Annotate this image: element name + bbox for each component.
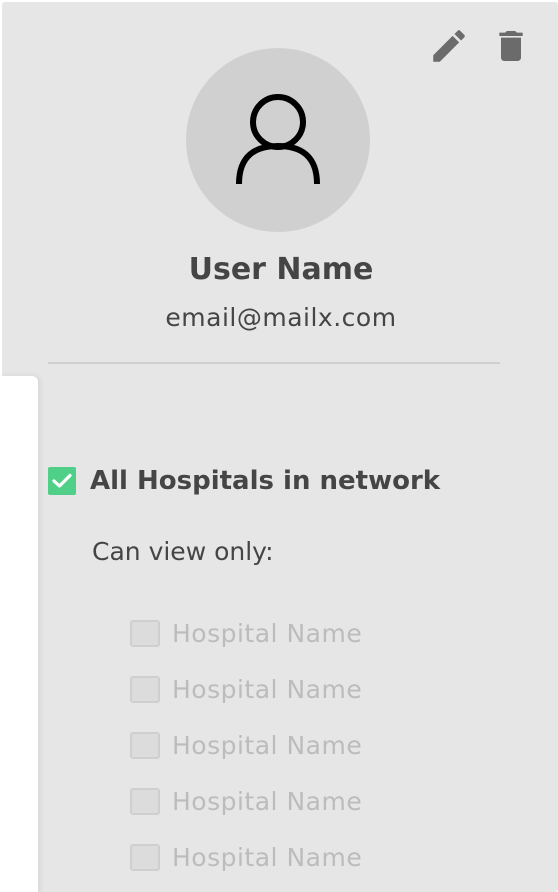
user-name: User Name [188, 252, 374, 287]
hospital-checkbox[interactable] [130, 731, 160, 759]
checkbox-checked[interactable] [48, 467, 76, 495]
hospital-label: Hospital Name [172, 842, 363, 872]
hospital-label: Hospital Name [172, 786, 363, 816]
hospital-item[interactable]: Hospital Name [130, 829, 362, 885]
hospital-item[interactable]: Hospital Name [130, 717, 362, 773]
all-hospitals-label: All Hospitals in network [90, 466, 441, 496]
hospital-checkbox[interactable] [130, 787, 160, 815]
pencil-icon [433, 30, 465, 62]
hospital-item[interactable]: Hospital Name [130, 605, 362, 661]
avatar [186, 48, 370, 232]
can-view-label: Can view only: [92, 537, 274, 566]
hospital-label: Hospital Name [172, 674, 363, 704]
hospital-item[interactable]: Hospital Name [130, 661, 362, 717]
side-panel [0, 376, 38, 892]
hospital-checkbox[interactable] [130, 619, 160, 647]
hospital-list: Hospital Name Hospital Name Hospital Nam… [130, 605, 362, 885]
hospital-item[interactable]: Hospital Name [130, 773, 362, 829]
hospital-label: Hospital Name [172, 618, 363, 648]
divider [48, 362, 500, 364]
delete-button[interactable] [490, 24, 532, 68]
hospital-checkbox[interactable] [130, 675, 160, 703]
hospital-checkbox[interactable] [130, 843, 160, 871]
trash-icon [499, 31, 523, 61]
user-email: email@mailx.com [165, 303, 397, 332]
check-icon [52, 473, 72, 488]
hospital-label: Hospital Name [172, 730, 363, 760]
edit-button[interactable] [428, 24, 470, 68]
card-actions [428, 24, 532, 68]
all-hospitals-checkbox[interactable]: All Hospitals in network [48, 466, 440, 496]
user-card: User Name email@mailx.com All Hospitals … [2, 2, 558, 892]
user-icon [236, 94, 320, 185]
